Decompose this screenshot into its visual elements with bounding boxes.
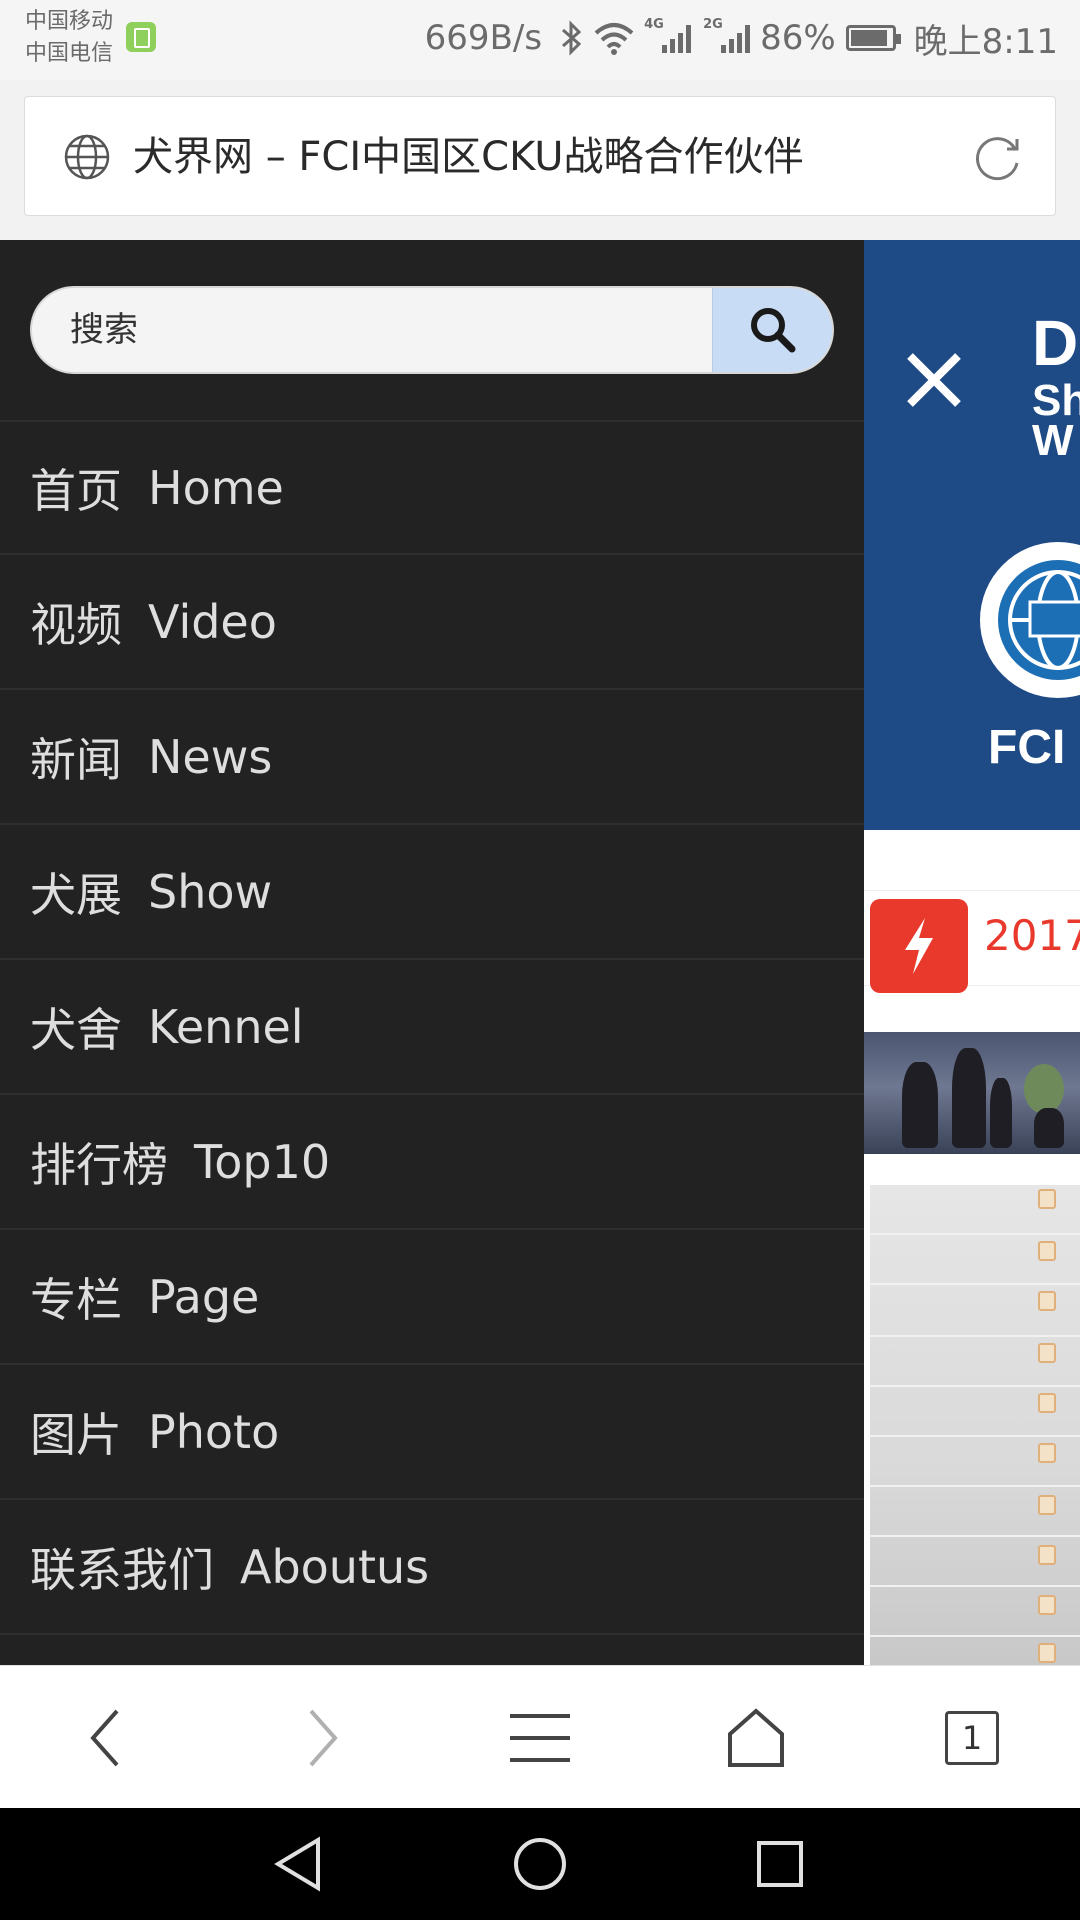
side-drawer: 首页 Home 视频 Video 新闻 News 犬展 Show 犬舍 Kenn… (0, 240, 864, 1665)
list-item-icon (1038, 1495, 1056, 1515)
menu-item-label-zh: 犬展 (30, 867, 122, 922)
globe-icon (64, 134, 110, 180)
background-page: D Sh W FCI 2017 (864, 240, 1080, 1665)
sim-card-icon (126, 22, 156, 52)
system-nav-bar (0, 1808, 1080, 1920)
address-bar[interactable]: 犬界网 – FCI中国区CKU战略合作伙伴 (24, 96, 1056, 216)
home-button[interactable] (720, 1702, 792, 1774)
search-box (30, 286, 834, 374)
fci-globe-logo (980, 542, 1080, 698)
reload-icon[interactable] (971, 131, 1025, 185)
menu-item-aboutus[interactable]: 联系我们 Aboutus (0, 1500, 864, 1635)
tab-count-icon: 1 (945, 1711, 999, 1765)
carrier-2: 中国电信 (25, 41, 114, 66)
page-title[interactable]: 犬界网 – FCI中国区CKU战略合作伙伴 (133, 127, 804, 187)
nav-back-icon[interactable] (270, 1834, 330, 1894)
clock: 晚上8:11 (913, 21, 1058, 62)
list-item-icon (1038, 1595, 1056, 1615)
back-icon (90, 1709, 119, 1767)
tabs-button[interactable]: 1 (936, 1702, 1008, 1774)
menu-item-news[interactable]: 新闻 News (0, 690, 864, 825)
list-item-icon (1038, 1291, 1056, 1311)
menu-item-label-zh: 图片 (30, 1407, 122, 1462)
promo-banner[interactable]: D Sh W FCI (864, 240, 1080, 830)
network-2g-label: 2G (703, 17, 723, 32)
list-item-icon (1038, 1443, 1056, 1463)
wifi-icon (594, 23, 634, 55)
menu-item-label-en: Aboutus (240, 1539, 430, 1594)
network-4g-label: 4G (644, 17, 664, 32)
carrier-info: 中国移动 中国电信 (25, 6, 113, 70)
flash-icon (870, 899, 968, 993)
menu-item-page[interactable]: 专栏 Page (0, 1230, 864, 1365)
menu-item-label-en: Top10 (194, 1134, 331, 1189)
menu-icon (510, 1714, 570, 1762)
menu-item-label-en: Kennel (148, 999, 304, 1054)
menu-button[interactable] (504, 1702, 576, 1774)
nav-menu: 首页 Home 视频 Video 新闻 News 犬展 Show 犬舍 Kenn… (0, 420, 864, 1635)
signal-4g-icon: 4G (644, 17, 692, 53)
status-bar: 中国移动 中国电信 669B/s 4G 2G 86% 晚上8:11 (0, 0, 1080, 80)
menu-item-label-en: Page (148, 1269, 260, 1324)
menu-item-label-zh: 专栏 (30, 1272, 122, 1327)
menu-item-label-zh: 首页 (30, 463, 122, 518)
menu-item-label-zh: 排行榜 (30, 1137, 168, 1192)
forward-icon (309, 1709, 338, 1767)
net-speed: 669B/s (424, 18, 543, 58)
fci-text: FCI (988, 721, 1066, 774)
forward-button[interactable] (286, 1702, 358, 1774)
menu-item-top10[interactable]: 排行榜 Top10 (0, 1095, 864, 1230)
menu-item-label-en: Home (148, 460, 284, 515)
carrier-1: 中国移动 (25, 9, 114, 34)
battery-percent: 86% (760, 18, 836, 58)
news-headline-row[interactable]: 2017 (864, 890, 1080, 993)
menu-item-photo[interactable]: 图片 Photo (0, 1365, 864, 1500)
news-year: 2017 (984, 911, 1080, 960)
bluetooth-icon (562, 20, 582, 56)
menu-item-label-zh: 联系我们 (30, 1542, 214, 1597)
list-item-icon (1038, 1343, 1056, 1363)
nav-recents-icon[interactable] (750, 1834, 810, 1894)
list-item-icon (1038, 1643, 1056, 1663)
menu-item-video[interactable]: 视频 Video (0, 555, 864, 690)
list-item-icon (1038, 1189, 1056, 1209)
search-icon (750, 308, 795, 353)
list-item-icon (1038, 1241, 1056, 1261)
menu-item-show[interactable]: 犬展 Show (0, 825, 864, 960)
nav-home-icon[interactable] (510, 1834, 570, 1894)
list-item-icon (1038, 1393, 1056, 1413)
banner-letter-d: D (1032, 307, 1079, 379)
banner-text-w: W (1032, 416, 1074, 465)
menu-item-label-zh: 视频 (30, 597, 122, 652)
menu-item-home[interactable]: 首页 Home (0, 420, 864, 555)
search-button[interactable] (712, 288, 832, 372)
home-icon (728, 1708, 784, 1767)
browser-toolbar: 1 (0, 1665, 1080, 1808)
list-item-icon (1038, 1545, 1056, 1565)
menu-item-label-zh: 新闻 (30, 732, 122, 787)
article-list (870, 1185, 1080, 1665)
battery-icon (845, 25, 901, 51)
menu-item-label-en: Show (148, 864, 273, 919)
status-indicators: 669B/s 4G 2G 86% 晚上8:11 (425, 14, 1058, 62)
search-input[interactable] (32, 288, 712, 372)
menu-item-label-en: Photo (148, 1404, 280, 1459)
menu-item-label-en: News (148, 729, 273, 784)
dog-statues-photo[interactable] (864, 1032, 1080, 1154)
signal-2g-icon: 2G (703, 17, 751, 53)
menu-item-kennel[interactable]: 犬舍 Kennel (0, 960, 864, 1095)
menu-item-label-zh: 犬舍 (30, 1002, 122, 1057)
back-button[interactable] (70, 1702, 142, 1774)
close-icon[interactable] (904, 350, 964, 410)
menu-item-label-en: Video (148, 594, 277, 649)
